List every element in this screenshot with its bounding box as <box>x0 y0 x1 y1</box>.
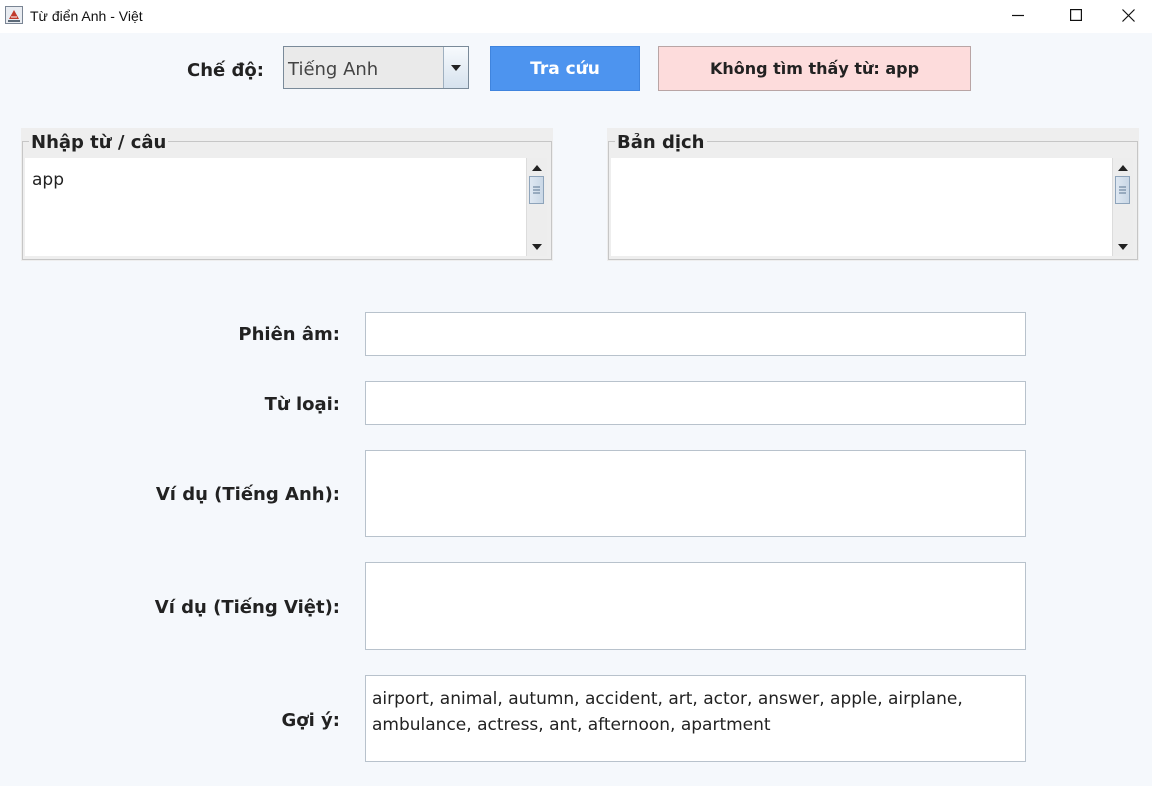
example-vi-field[interactable] <box>365 562 1026 650</box>
translation-panel-title: Bản dịch <box>615 132 707 153</box>
example-en-label: Ví dụ (Tiếng Anh): <box>155 484 340 505</box>
maximize-button[interactable] <box>1047 0 1105 30</box>
input-scrollbar[interactable] <box>526 158 547 256</box>
word-type-field[interactable] <box>365 381 1026 425</box>
input-panel: Nhập từ / câu app <box>21 128 553 261</box>
scroll-down-icon[interactable] <box>529 239 544 254</box>
minimize-button[interactable] <box>989 0 1047 30</box>
maximize-icon <box>1070 9 1082 21</box>
example-en-field[interactable] <box>365 450 1026 537</box>
minimize-icon <box>1012 14 1024 17</box>
status-message: Không tìm thấy từ: app <box>658 46 971 91</box>
suggestions-line-2: ambulance, actress, ant, afternoon, apar… <box>372 715 771 735</box>
input-panel-title: Nhập từ / câu <box>29 132 169 153</box>
suggestions-list: airport, animal, autumn, accident, art, … <box>372 686 1019 738</box>
suggestions-field[interactable]: airport, animal, autumn, accident, art, … <box>365 675 1026 762</box>
scroll-down-icon[interactable] <box>1115 239 1130 254</box>
scroll-thumb[interactable] <box>1115 176 1130 204</box>
translation-panel: Bản dịch <box>607 128 1139 261</box>
phonetic-field[interactable] <box>365 312 1026 356</box>
search-button[interactable]: Tra cứu <box>490 46 640 91</box>
mode-label: Chế độ: <box>187 60 264 81</box>
suggestions-label: Gợi ý: <box>281 710 340 731</box>
translation-textarea[interactable] <box>611 158 1113 256</box>
close-button[interactable] <box>1104 0 1152 30</box>
mode-select[interactable]: Tiếng Anh <box>283 46 469 89</box>
title-bar: Từ điển Anh - Việt <box>0 0 1152 33</box>
scroll-up-icon[interactable] <box>1115 160 1130 175</box>
suggestions-line-1: airport, animal, autumn, accident, art, … <box>372 689 963 709</box>
mode-select-value: Tiếng Anh <box>288 59 379 80</box>
phonetic-label: Phiên âm: <box>238 324 340 345</box>
window-title: Từ điển Anh - Việt <box>30 8 143 24</box>
chevron-down-icon[interactable] <box>443 47 468 88</box>
input-textarea[interactable]: app <box>25 158 527 256</box>
close-icon <box>1121 8 1135 22</box>
word-type-label: Từ loại: <box>264 394 340 415</box>
java-cup-icon <box>5 6 23 24</box>
translation-scrollbar[interactable] <box>1112 158 1133 256</box>
scroll-up-icon[interactable] <box>529 160 544 175</box>
input-text: app <box>32 170 64 190</box>
scroll-thumb[interactable] <box>529 176 544 204</box>
example-vi-label: Ví dụ (Tiếng Việt): <box>154 597 340 618</box>
